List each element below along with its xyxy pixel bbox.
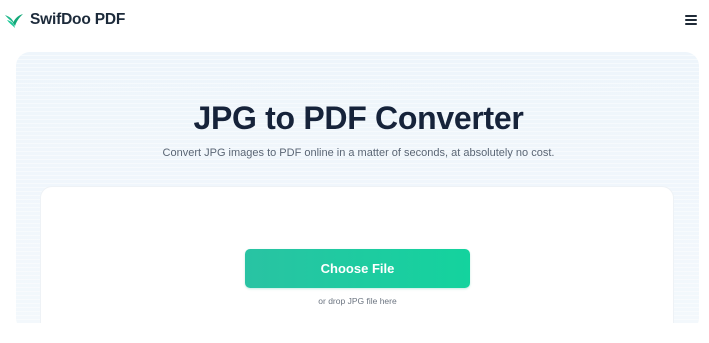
drop-hint-text: or drop JPG file here bbox=[318, 296, 397, 306]
page-bottom-edge bbox=[0, 323, 709, 343]
brand-logo[interactable]: SwifDoo PDF bbox=[4, 11, 125, 29]
choose-file-button[interactable]: Choose File bbox=[245, 249, 470, 288]
menu-line bbox=[685, 23, 697, 25]
page-title: JPG to PDF Converter bbox=[193, 100, 524, 136]
menu-line bbox=[685, 19, 697, 21]
hamburger-menu-icon[interactable] bbox=[683, 13, 699, 27]
menu-line bbox=[685, 15, 697, 17]
brand-name: SwifDoo PDF bbox=[30, 11, 126, 28]
page-subtitle: Convert JPG images to PDF online in a ma… bbox=[162, 147, 555, 159]
swift-bird-logo-icon bbox=[5, 14, 23, 28]
top-navigation-bar: SwifDoo PDF bbox=[0, 0, 709, 40]
